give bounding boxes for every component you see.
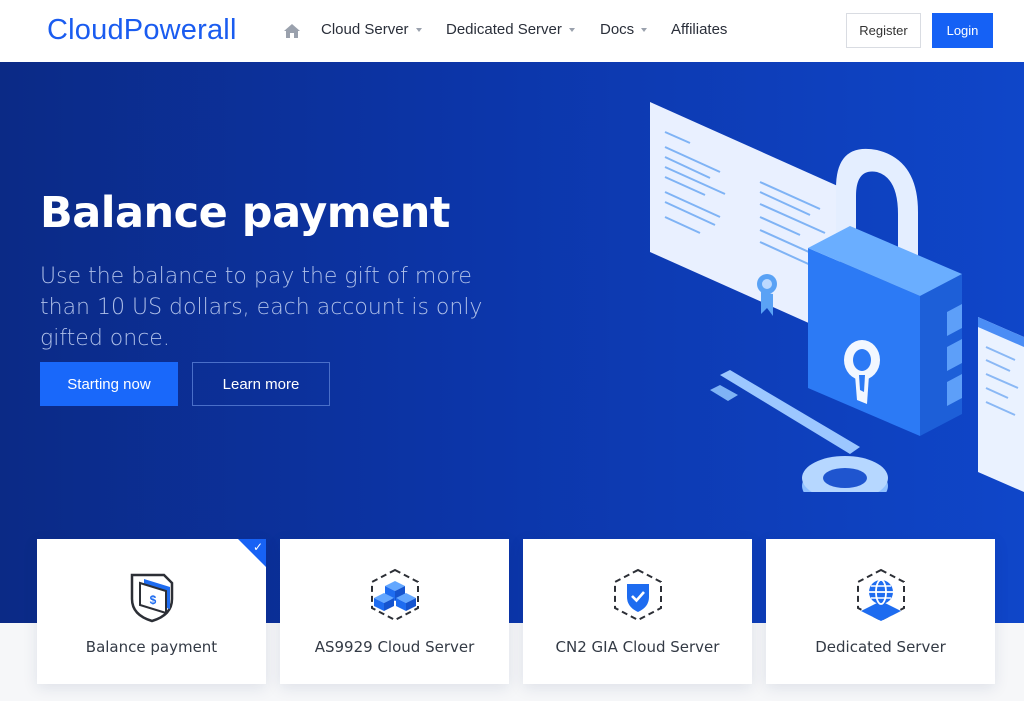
starting-now-button[interactable]: Starting now: [40, 362, 178, 406]
card-cn2-gia-cloud-server[interactable]: CN2 GIA Cloud Server: [523, 539, 752, 684]
nav-item-label: Docs: [600, 21, 635, 38]
padlock-and-key-illustration: [650, 102, 1024, 492]
globe-server-icon: [856, 568, 905, 622]
learn-more-button[interactable]: Learn more: [192, 362, 330, 406]
nav-item-label: Cloud Server: [321, 21, 409, 38]
side-panel: [978, 317, 1024, 492]
home-icon[interactable]: [283, 22, 301, 40]
chevron-down-icon: [568, 27, 575, 32]
nav-item-label: Affiliates: [671, 21, 728, 38]
nav-dedicated-server[interactable]: Dedicated Server: [446, 21, 575, 38]
login-button[interactable]: Login: [932, 13, 993, 48]
top-navbar: CloudPowerall Cloud Server Dedicated Ser…: [0, 0, 1024, 62]
hero-subtitle: Use the balance to pay the gift of more …: [40, 264, 483, 351]
shield-check-icon: [613, 568, 662, 622]
nav-docs[interactable]: Docs: [600, 21, 648, 38]
svg-text:$: $: [149, 593, 156, 607]
brand-logo[interactable]: CloudPowerall: [47, 14, 237, 47]
hero-title: Balance payment: [40, 188, 450, 238]
chevron-down-icon: [415, 27, 422, 32]
cubes-icon: [370, 568, 419, 622]
nav-cloud-server[interactable]: Cloud Server: [321, 21, 422, 38]
feature-cards: ✓ $ Balance payment AS9929 Cloud Server: [0, 539, 1024, 701]
card-as9929-cloud-server[interactable]: AS9929 Cloud Server: [280, 539, 509, 684]
card-balance-payment[interactable]: ✓ $ Balance payment: [37, 539, 266, 684]
nav-affiliates[interactable]: Affiliates: [671, 21, 727, 38]
card-label: Balance payment: [85, 638, 218, 656]
card-label: Dedicated Server: [815, 638, 946, 656]
register-button[interactable]: Register: [846, 13, 921, 48]
chevron-down-icon: [641, 27, 648, 32]
card-label: AS9929 Cloud Server: [314, 638, 475, 656]
card-label: CN2 GIA Cloud Server: [555, 638, 720, 656]
nav-item-label: Dedicated Server: [446, 21, 562, 38]
check-icon: ✓: [252, 540, 263, 554]
card-dedicated-server[interactable]: Dedicated Server: [766, 539, 995, 684]
wallet-shield-icon: $: [130, 573, 173, 623]
